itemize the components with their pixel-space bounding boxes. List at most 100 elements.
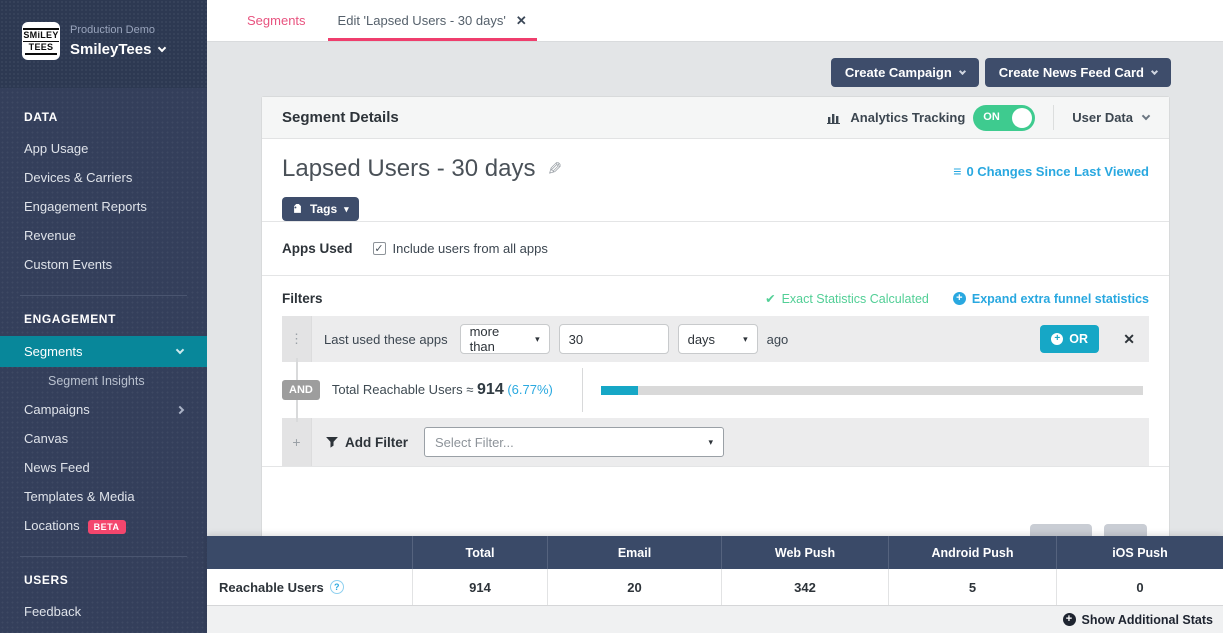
chevron-right-icon [176,405,184,413]
or-button[interactable]: + OR [1040,325,1099,353]
sidebar-item-segment-insights[interactable]: Segment Insights [0,367,207,395]
analytics-tracking: Analytics Tracking ON [827,105,1054,130]
tags-button[interactable]: Tags ▾ [282,197,359,221]
analytics-tracking-toggle[interactable]: ON [973,105,1035,131]
tab-edit-segment[interactable]: Edit 'Lapsed Users - 30 days' ✕ [322,0,543,41]
drag-dots-icon: ⋮ [290,331,303,347]
cell-total: 914 [412,569,547,605]
sidebar-item-feedback[interactable]: Feedback [0,597,207,626]
comparator-select[interactable]: more than▾ [460,324,550,354]
cell-web-push: 342 [721,569,888,605]
reachable-percent: (6.77%) [507,382,553,397]
changes-since-last-viewed-link[interactable]: ≡ 0 Changes Since Last Viewed [953,163,1149,179]
main-area: Segments Edit 'Lapsed Users - 30 days' ✕… [207,0,1223,633]
filter-row: ⋮ Last used these apps more than▾ days▾ … [282,316,1149,362]
create-campaign-button[interactable]: Create Campaign [831,58,979,87]
beta-badge: BETA [88,520,126,534]
bar-chart-icon [827,111,842,124]
apps-used-label: Apps Used [282,241,353,256]
cell-android-push: 5 [888,569,1056,605]
filter-connector: AND Total Reachable Users ≈ 914 (6.77%) [282,362,1149,418]
app-window: SMiLEY TEES Production Demo SmileyTees D… [0,0,1223,633]
segment-details-card: Segment Details Analytics Tracking ON Us… [261,96,1170,566]
reachability-stats-table: Total Email Web Push Android Push iOS Pu… [207,536,1223,633]
filter-value-input[interactable] [559,324,669,354]
caret-down-icon: ▾ [344,205,349,214]
show-additional-stats-link[interactable]: + Show Additional Stats [1063,613,1213,627]
add-filter-label: Add Filter [326,435,408,450]
environment-label: Production Demo [70,24,165,36]
reachable-summary: Total Reachable Users ≈ 914 (6.77%) [332,381,582,399]
caret-down-icon: ▾ [743,335,748,344]
unit-select[interactable]: days▾ [678,324,758,354]
header-total: Total [412,536,547,569]
header-web-push: Web Push [721,536,888,569]
remove-filter-icon[interactable]: ✕ [1123,331,1135,348]
tag-icon [292,204,303,215]
help-question-icon[interactable]: ? [330,580,344,594]
vertical-divider [582,368,583,412]
section-header-users: USERS [0,573,207,587]
add-filter-row: + Add Filter Select Filter... ▾ [282,418,1149,466]
workspace-logo: SMiLEY TEES [22,22,60,60]
filter-description: Last used these apps [324,332,448,347]
sidebar-item-app-usage[interactable]: App Usage [0,134,207,163]
sidebar-item-campaigns[interactable]: Campaigns [0,395,207,424]
close-icon[interactable]: ✕ [516,13,527,29]
row-label-reachable-users: Reachable Users ? [207,569,412,605]
filters-label: Filters [282,291,323,306]
header-email: Email [547,536,721,569]
logo-text-1: SMiLEY [23,28,58,42]
chevron-down-icon [1142,112,1150,120]
sidebar: SMiLEY TEES Production Demo SmileyTees D… [0,0,207,633]
sidebar-item-news-feed[interactable]: News Feed [0,453,207,482]
list-icon: ≡ [953,163,961,179]
cell-ios-push: 0 [1056,569,1223,605]
chevron-down-icon [176,346,184,354]
reachable-progress-fill [601,386,638,395]
workspace-name: SmileyTees [70,41,165,58]
header-ios-push: iOS Push [1056,536,1223,569]
drag-handle[interactable]: ⋮ [282,316,312,362]
divider [262,466,1169,467]
sidebar-divider [20,556,187,557]
stats-table-header: Total Email Web Push Android Push iOS Pu… [207,536,1223,569]
section-header-engagement: ENGAGEMENT [0,312,207,326]
tab-bar: Segments Edit 'Lapsed Users - 30 days' ✕ [207,0,1223,42]
logo-text-2: TEES [25,42,58,55]
edit-pencil-icon[interactable]: ✎ [547,159,562,180]
sidebar-item-templates-media[interactable]: Templates & Media [0,482,207,511]
sidebar-item-segments[interactable]: Segments [0,336,207,367]
tab-segments[interactable]: Segments [231,0,322,41]
plus-circle-icon: + [953,292,966,305]
chevron-down-icon [1151,67,1158,74]
toggle-knob [1012,108,1032,128]
expand-funnel-statistics-link[interactable]: + Expand extra funnel statistics [953,292,1149,306]
sidebar-item-locations[interactable]: LocationsBETA [0,511,207,540]
reachable-total: 914 [477,381,504,398]
section-header-data: DATA [0,110,207,124]
sidebar-item-engagement-reports[interactable]: Engagement Reports [0,192,207,221]
exact-statistics-status: ✔ Exact Statistics Calculated [765,291,929,306]
sidebar-item-revenue[interactable]: Revenue [0,221,207,250]
sidebar-item-canvas[interactable]: Canvas [0,424,207,453]
segment-name: Lapsed Users - 30 days ✎ [282,155,563,183]
chevron-down-icon [158,44,166,52]
filter-suffix: ago [767,332,789,347]
plus-icon: + [292,434,300,450]
create-news-feed-card-button[interactable]: Create News Feed Card [985,58,1171,87]
add-filter-plus[interactable]: + [282,418,312,466]
partial-button[interactable] [1104,524,1147,536]
and-badge: AND [282,380,320,400]
workspace-switcher[interactable]: SMiLEY TEES Production Demo SmileyTees [0,0,207,88]
stats-table-footer: + Show Additional Stats [207,605,1223,633]
user-data-dropdown[interactable]: User Data [1054,110,1149,125]
caret-down-icon: ▾ [535,335,540,344]
sidebar-item-custom-events[interactable]: Custom Events [0,250,207,279]
chevron-down-icon [959,67,966,74]
sidebar-item-devices-carriers[interactable]: Devices & Carriers [0,163,207,192]
select-filter-dropdown[interactable]: Select Filter... ▾ [424,427,724,457]
include-all-apps-checkbox[interactable]: ✓ [373,242,386,255]
check-icon: ✔ [765,291,775,306]
partial-button[interactable] [1030,524,1092,536]
